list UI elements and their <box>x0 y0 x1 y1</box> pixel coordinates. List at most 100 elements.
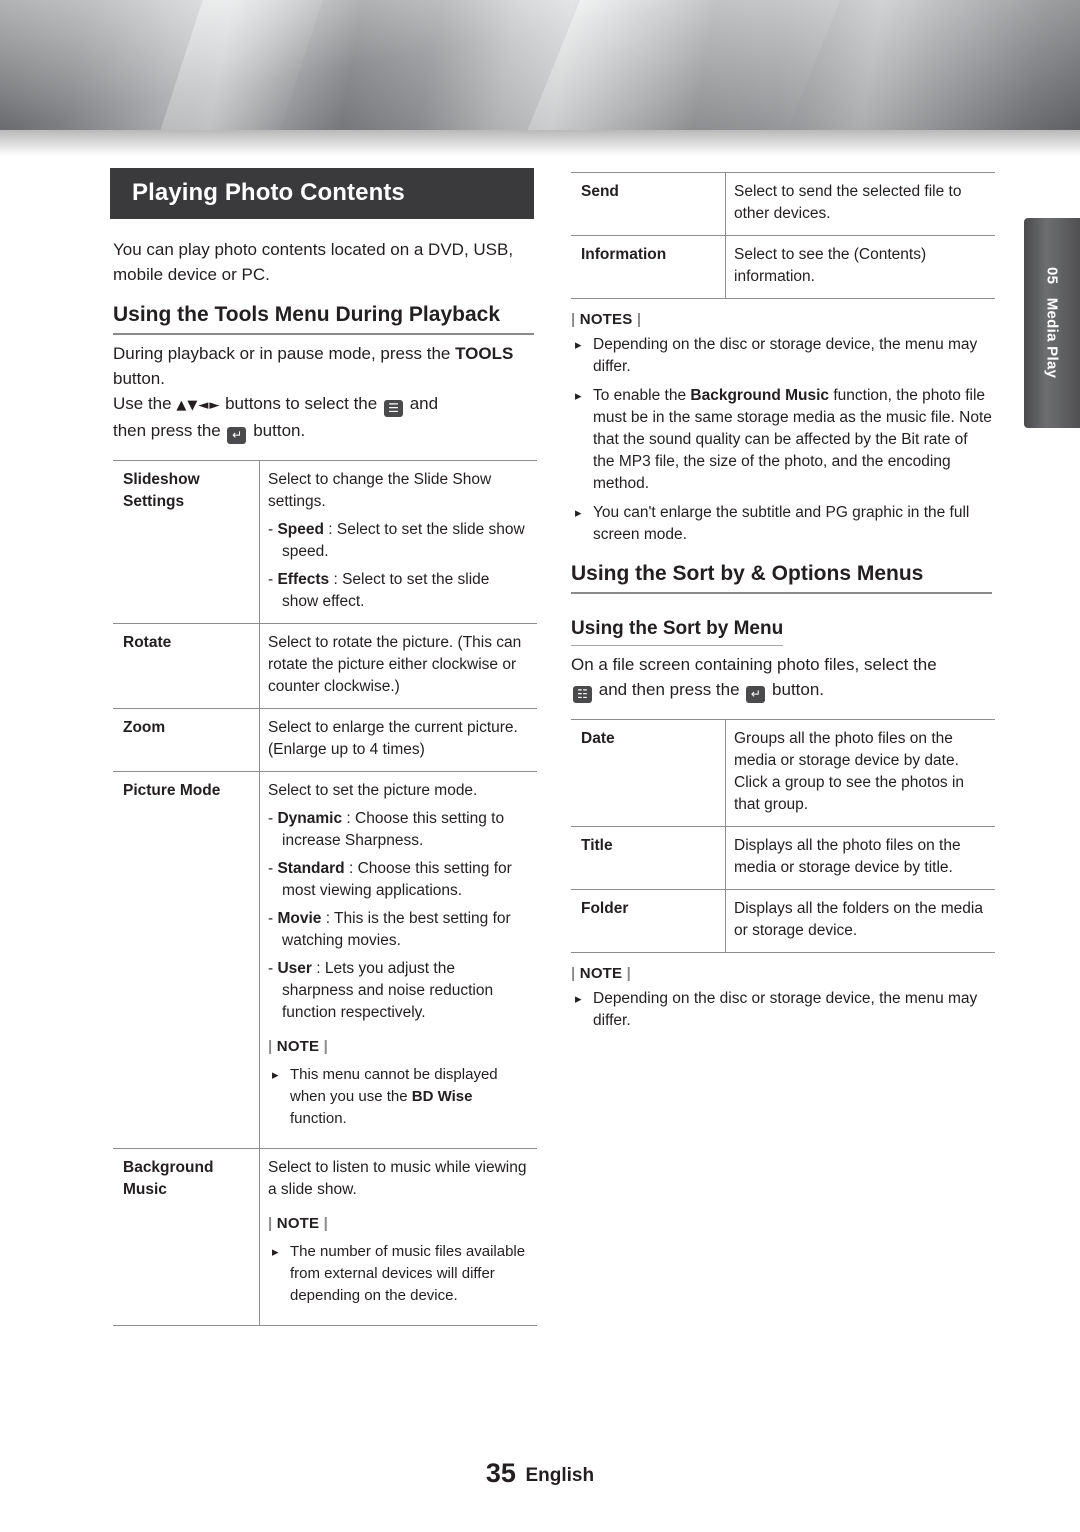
row-text: Select to change the Slide Show settings… <box>268 471 492 510</box>
banner-highlight-secondary <box>137 0 343 130</box>
dash-term: Dynamic <box>277 810 343 827</box>
tools-button-name: TOOLS <box>455 344 514 363</box>
note-label: | NOTE | <box>571 965 632 982</box>
banner-shadow <box>0 130 1080 156</box>
notes-label: | NOTES | <box>571 311 642 328</box>
row-value-picture-mode: Select to set the picture mode. - Dynami… <box>259 771 537 1149</box>
row-dash-item: - Dynamic : Choose this setting to incre… <box>268 810 505 849</box>
row-value-information: Select to see the (Contents) information… <box>725 235 995 299</box>
note-item: You can't enlarge the subtitle and PG gr… <box>571 502 992 546</box>
table-row: Title Displays all the photo files on th… <box>571 826 995 890</box>
tools-instruction-line2-mid: buttons to select the <box>225 394 378 413</box>
table-row: Rotate Select to rotate the picture. (Th… <box>113 623 537 709</box>
tools-instruction-line2-start: Use the <box>113 394 172 413</box>
row-value-zoom: Select to enlarge the current picture. (… <box>259 708 537 772</box>
row-key-send: Send <box>571 172 726 236</box>
enter-button-icon: ↵ <box>746 686 766 703</box>
chapter-number: 05 <box>1043 267 1061 285</box>
sort-instruction-mid: and then press the <box>598 680 740 699</box>
tools-menu-table: Slideshow Settings Select to change the … <box>113 460 537 1326</box>
note-label-text: NOTE <box>276 1215 320 1232</box>
table-row: Folder Displays all the folders on the m… <box>571 889 995 953</box>
table-row: Background Music Select to listen to mus… <box>113 1148 537 1326</box>
intro-paragraph: You can play photo contents located on a… <box>113 240 514 284</box>
note-list: Depending on the disc or storage device,… <box>571 988 992 1032</box>
tools-instruction-line1: During playback or in pause mode, press … <box>113 344 451 363</box>
table-row: Send Select to send the selected file to… <box>571 172 995 236</box>
sort-by-table: Date Groups all the photo files on the m… <box>571 719 995 953</box>
dash-term: User <box>277 960 312 977</box>
dash-text: : Lets you adjust the sharpness and nois… <box>282 960 494 1021</box>
row-value-title: Displays all the photo files on the medi… <box>725 826 995 890</box>
dash-term: Standard <box>277 860 345 877</box>
page-number: 35 <box>485 1458 516 1488</box>
tools-instruction-line3-end: button. <box>253 421 306 440</box>
note-item: Depending on the disc or storage device,… <box>571 988 992 1032</box>
options-menu-table: Send Select to send the selected file to… <box>571 172 995 299</box>
row-dash-item: - Effects : Select to set the slide show… <box>268 571 490 610</box>
table-row: Date Groups all the photo files on the m… <box>571 719 995 827</box>
row-dash-item: - Speed : Select to set the slide show s… <box>268 521 525 560</box>
row-text: Select to set the picture mode. <box>268 782 478 799</box>
page-header-banner <box>0 0 1080 130</box>
sort-by-icon: ☷ <box>573 686 592 703</box>
row-value-rotate: Select to rotate the picture. (This can … <box>259 623 537 709</box>
table-row: Slideshow Settings Select to change the … <box>113 460 537 624</box>
left-column: Playing Photo Contents You can play phot… <box>110 168 537 1332</box>
tools-instruction-line3-start: then press the <box>113 421 221 440</box>
tools-instruction: During playback or in pause mode, press … <box>113 341 534 444</box>
row-text: Select to listen to music while viewing … <box>268 1159 527 1198</box>
note-bold: Background Music <box>690 387 830 404</box>
enter-button-icon: ↵ <box>227 427 247 444</box>
banner-highlight <box>507 0 873 130</box>
row-dash-item: - Movie : This is the best setting for w… <box>268 910 511 949</box>
row-dash-item: - Standard : Choose this setting for mos… <box>268 860 512 899</box>
row-key-rotate: Rotate <box>113 623 260 709</box>
note-item: Depending on the disc or storage device,… <box>571 334 992 378</box>
dash-term: Speed <box>277 521 324 538</box>
note-label: | NOTE | <box>268 1215 329 1232</box>
note-text: You can't enlarge the subtitle and PG gr… <box>593 504 970 543</box>
row-key-folder: Folder <box>571 889 726 953</box>
section-heading-tools-menu: Using the Tools Menu During Playback <box>113 303 534 335</box>
note-label-text: NOTE <box>579 965 623 982</box>
note-list: This menu cannot be displayed when you u… <box>268 1064 529 1130</box>
note-label-text: NOTE <box>276 1038 320 1055</box>
note-text-end: function. <box>290 1110 347 1127</box>
notes-list: Depending on the disc or storage device,… <box>571 334 992 546</box>
chapter-label: Media Play <box>1043 298 1061 379</box>
dash-term: Effects <box>277 571 330 588</box>
tools-instruction-line2-and: and <box>409 394 439 413</box>
tools-instruction-line1-end: button. <box>113 369 165 388</box>
dash-term: Movie <box>277 910 322 927</box>
row-value-send: Select to send the selected file to othe… <box>725 172 995 236</box>
row-value-folder: Displays all the folders on the media or… <box>725 889 995 953</box>
note-text: Depending on the disc or storage device,… <box>593 336 978 375</box>
row-key-slideshow-settings: Slideshow Settings <box>113 460 260 624</box>
section-heading-sort-options: Using the Sort by & Options Menus <box>571 562 992 594</box>
row-key-date: Date <box>571 719 726 827</box>
row-key-zoom: Zoom <box>113 708 260 772</box>
note-text: To enable the <box>593 387 691 404</box>
sort-by-instruction: On a file screen containing photo files,… <box>571 652 992 703</box>
row-value-date: Groups all the photo files on the media … <box>725 719 995 827</box>
sort-instruction-end: button. <box>772 680 825 699</box>
note-list: The number of music files available from… <box>268 1241 529 1307</box>
right-column: Send Select to send the selected file to… <box>568 168 995 1040</box>
note-item: The number of music files available from… <box>268 1241 529 1307</box>
row-key-information: Information <box>571 235 726 299</box>
chapter-tab-text: 05 Media Play <box>1024 218 1080 428</box>
row-value-background-music: Select to listen to music while viewing … <box>259 1148 537 1326</box>
page-language: English <box>525 1465 595 1486</box>
row-key-picture-mode: Picture Mode <box>113 771 260 1149</box>
table-row: Zoom Select to enlarge the current pictu… <box>113 708 537 772</box>
table-row: Picture Mode Select to set the picture m… <box>113 771 537 1149</box>
tools-menu-icon: ☰ <box>383 400 403 417</box>
note-bold: BD Wise <box>411 1088 473 1105</box>
direction-arrows-icon: ▲▼◄► <box>176 398 221 413</box>
subsection-heading-sort-by: Using the Sort by Menu <box>571 618 784 646</box>
page-footer: 35 English <box>0 1458 1080 1489</box>
row-key-background-music: Background Music <box>113 1148 260 1326</box>
table-row: Information Select to see the (Contents)… <box>571 235 995 299</box>
sort-instruction-start: On a file screen containing photo files,… <box>571 655 937 674</box>
